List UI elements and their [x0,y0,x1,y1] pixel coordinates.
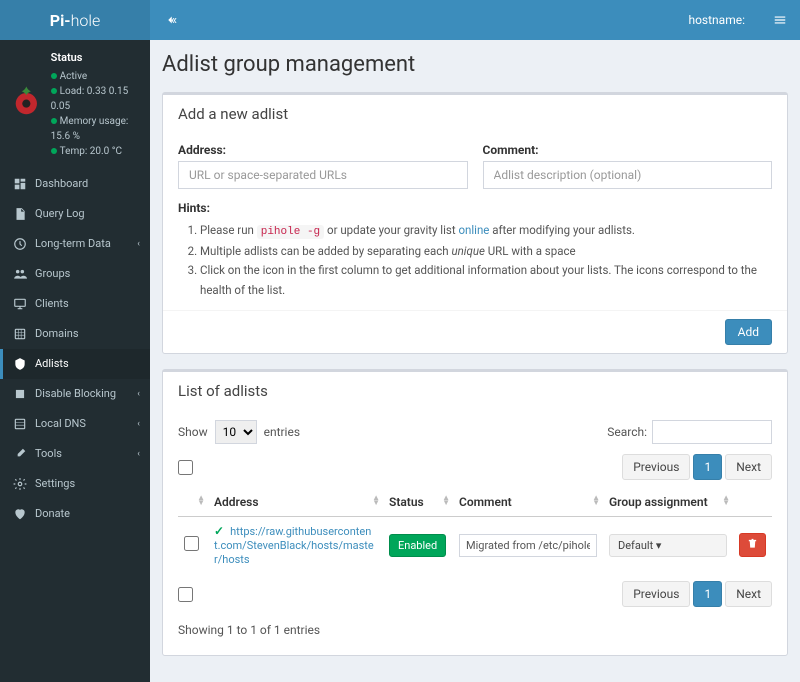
sidebar-item-disable[interactable]: Disable Blocking‹ [0,379,150,409]
trash-icon [747,538,758,549]
next-button-bottom[interactable]: Next [725,581,772,607]
page-title: Adlist group management [162,52,788,77]
row-comment-input[interactable] [459,534,597,557]
col-actions [733,488,772,517]
previous-button-bottom[interactable]: Previous [622,581,690,607]
col-checkbox[interactable]: ▲▼ [178,488,208,517]
hints-title: Hints: [178,201,772,215]
status-temp: Temp: 20.0 °C [51,144,140,159]
sidebar-item-tools[interactable]: Tools‹ [0,439,150,469]
select-all-top[interactable] [178,460,193,475]
group-dropdown[interactable]: Default ▾ [609,534,727,557]
sidebar: Status Active Load: 0.33 0.15 0.05 Memor… [0,40,150,682]
sidebar-item-clients[interactable]: Clients [0,289,150,319]
list-box-title: List of adlists [163,372,787,410]
add-button[interactable]: Add [725,319,772,345]
comment-input[interactable] [483,161,773,189]
previous-button-top[interactable]: Previous [622,454,690,480]
add-box-title: Add a new adlist [163,95,787,133]
next-button-top[interactable]: Next [725,454,772,480]
bars-icon[interactable] [760,0,800,40]
chevron-left-icon: ‹ [137,449,140,459]
hint-1: Please run pihole -g or update your grav… [200,221,772,242]
col-address[interactable]: Address▲▼ [208,488,383,517]
adlist-address-link[interactable]: https://raw.githubusercontent.com/Steven… [214,525,374,566]
status-title: Status [51,50,140,67]
online-link[interactable]: online [458,223,489,237]
status-load: Load: 0.33 0.15 0.05 [51,84,140,114]
hostname-label: hostname: [673,13,760,27]
search-label: Search: [607,425,647,439]
chevron-left-icon: ‹ [137,419,140,429]
hint-2: Multiple adlists can be added by separat… [200,242,772,262]
status-memory: Memory usage: 15.6 % [51,114,140,144]
search-input[interactable] [652,420,772,444]
chevron-left-icon: ‹ [137,239,140,249]
status-toggle[interactable]: Enabled [389,534,446,557]
sidebar-item-domains[interactable]: Domains [0,319,150,349]
list-adlists-box: List of adlists Show 10 entries Search: [162,369,788,656]
status-active: Active [51,69,140,84]
sidebar-item-adlists[interactable]: Adlists [0,349,150,379]
length-select[interactable]: 10 [215,420,257,444]
table-info: Showing 1 to 1 of 1 entries [178,615,772,645]
add-adlist-box: Add a new adlist Address: Comment: Hints… [162,92,788,354]
pihole-logo-icon [10,84,43,124]
col-status[interactable]: Status▲▼ [383,488,453,517]
health-check-icon[interactable]: ✓ [214,524,224,538]
sidebar-item-localdns[interactable]: Local DNS‹ [0,409,150,439]
sidebar-item-querylog[interactable]: Query Log [0,199,150,229]
chevron-left-icon: ‹ [137,389,140,399]
select-all-bottom[interactable] [178,587,193,602]
brand-logo[interactable]: Pi-hole [0,0,150,40]
col-group[interactable]: Group assignment▲▼ [603,488,733,517]
table-length: Show 10 entries [178,420,300,444]
address-label: Address: [178,143,468,157]
sidebar-item-donate[interactable]: Donate [0,499,150,529]
sidebar-item-longterm[interactable]: Long-term Data‹ [0,229,150,259]
row-select[interactable] [184,536,199,551]
table-row: ✓https://raw.githubusercontent.com/Steve… [178,517,772,574]
sidebar-toggle[interactable]: « [150,0,190,40]
hint-3: Click on the icon in the first column to… [200,261,772,300]
sidebar-item-groups[interactable]: Groups [0,259,150,289]
page-1-bottom[interactable]: 1 [693,581,722,607]
delete-button[interactable] [739,533,766,557]
sidebar-item-dashboard[interactable]: Dashboard [0,169,150,199]
col-comment[interactable]: Comment▲▼ [453,488,603,517]
sidebar-item-settings[interactable]: Settings [0,469,150,499]
page-1-top[interactable]: 1 [693,454,722,480]
address-input[interactable] [178,161,468,189]
comment-label: Comment: [483,143,773,157]
